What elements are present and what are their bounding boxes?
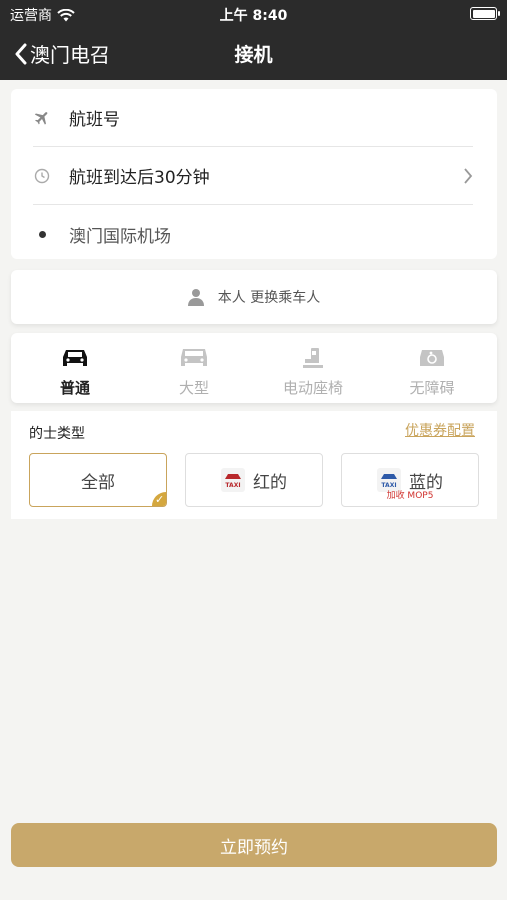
taxi-type-section: 的士类型 优惠券配置 全部 ✓ TAXI 红的 TAXI 蓝的 加收 MOP5 [11,411,497,519]
book-now-button[interactable]: 立即预约 [11,823,497,867]
chevron-right-icon [464,168,473,184]
vehicle-type-tabs: 普通 大型 电动座椅 无障碍 [11,333,497,403]
power-seat-icon [303,348,323,368]
status-bar: 运营商 上午 8:40 [0,0,507,28]
airplane-icon [33,109,51,127]
top-bar: 运营商 上午 8:40 澳门电召 接机 [0,0,507,80]
tab-standard[interactable]: 普通 [15,347,135,398]
taxi-option-red[interactable]: TAXI 红的 [185,453,323,507]
taxi-option-blue[interactable]: TAXI 蓝的 加收 MOP5 [341,453,479,507]
pickup-time-row[interactable]: 航班到达后30分钟 [33,147,473,205]
tab-power-seat[interactable]: 电动座椅 [253,347,373,398]
destination-label: 澳门国际机场 [69,226,171,247]
page-title: 接机 [234,44,273,66]
option-label: 红的 [253,472,287,493]
tab-accessible[interactable]: 无障碍 [372,347,492,398]
van-icon [181,349,207,366]
nav-bar: 澳门电召 接机 [0,30,507,76]
tab-label: 无障碍 [409,379,455,397]
taxi-option-all[interactable]: 全部 ✓ [29,453,167,507]
coupon-config-link[interactable]: 优惠券配置 [405,420,475,440]
surcharge-note: 加收 MOP5 [386,491,434,501]
option-label: 全部 [81,472,115,493]
tab-label: 普通 [59,379,90,397]
clock-icon [33,167,51,185]
destination-row[interactable]: 澳门国际机场 [33,205,473,263]
accessible-icon [420,350,444,366]
sedan-icon [63,350,87,366]
svg-text:TAXI: TAXI [225,482,240,489]
change-passenger-button[interactable]: 本人 更换乘车人 [11,270,497,324]
taxi-type-title: 的士类型 [29,426,85,442]
tab-large[interactable]: 大型 [134,347,254,398]
passenger-label: 本人 更换乘车人 [217,290,321,306]
person-icon [187,289,204,306]
check-icon: ✓ [152,492,166,506]
tab-label: 大型 [178,379,209,397]
pickup-time-label: 航班到达后30分钟 [69,168,210,188]
flight-number-row[interactable]: 航班号 [33,89,473,147]
location-dot-icon [38,230,46,238]
battery-icon [470,7,500,20]
flight-number-label: 航班号 [69,110,120,130]
red-taxi-logo-icon: TAXI [221,468,245,492]
route-card: 航班号 航班到达后30分钟 澳门国际机场 [11,89,497,259]
tab-label: 电动座椅 [282,379,343,397]
status-time: 上午 8:40 [219,8,288,24]
